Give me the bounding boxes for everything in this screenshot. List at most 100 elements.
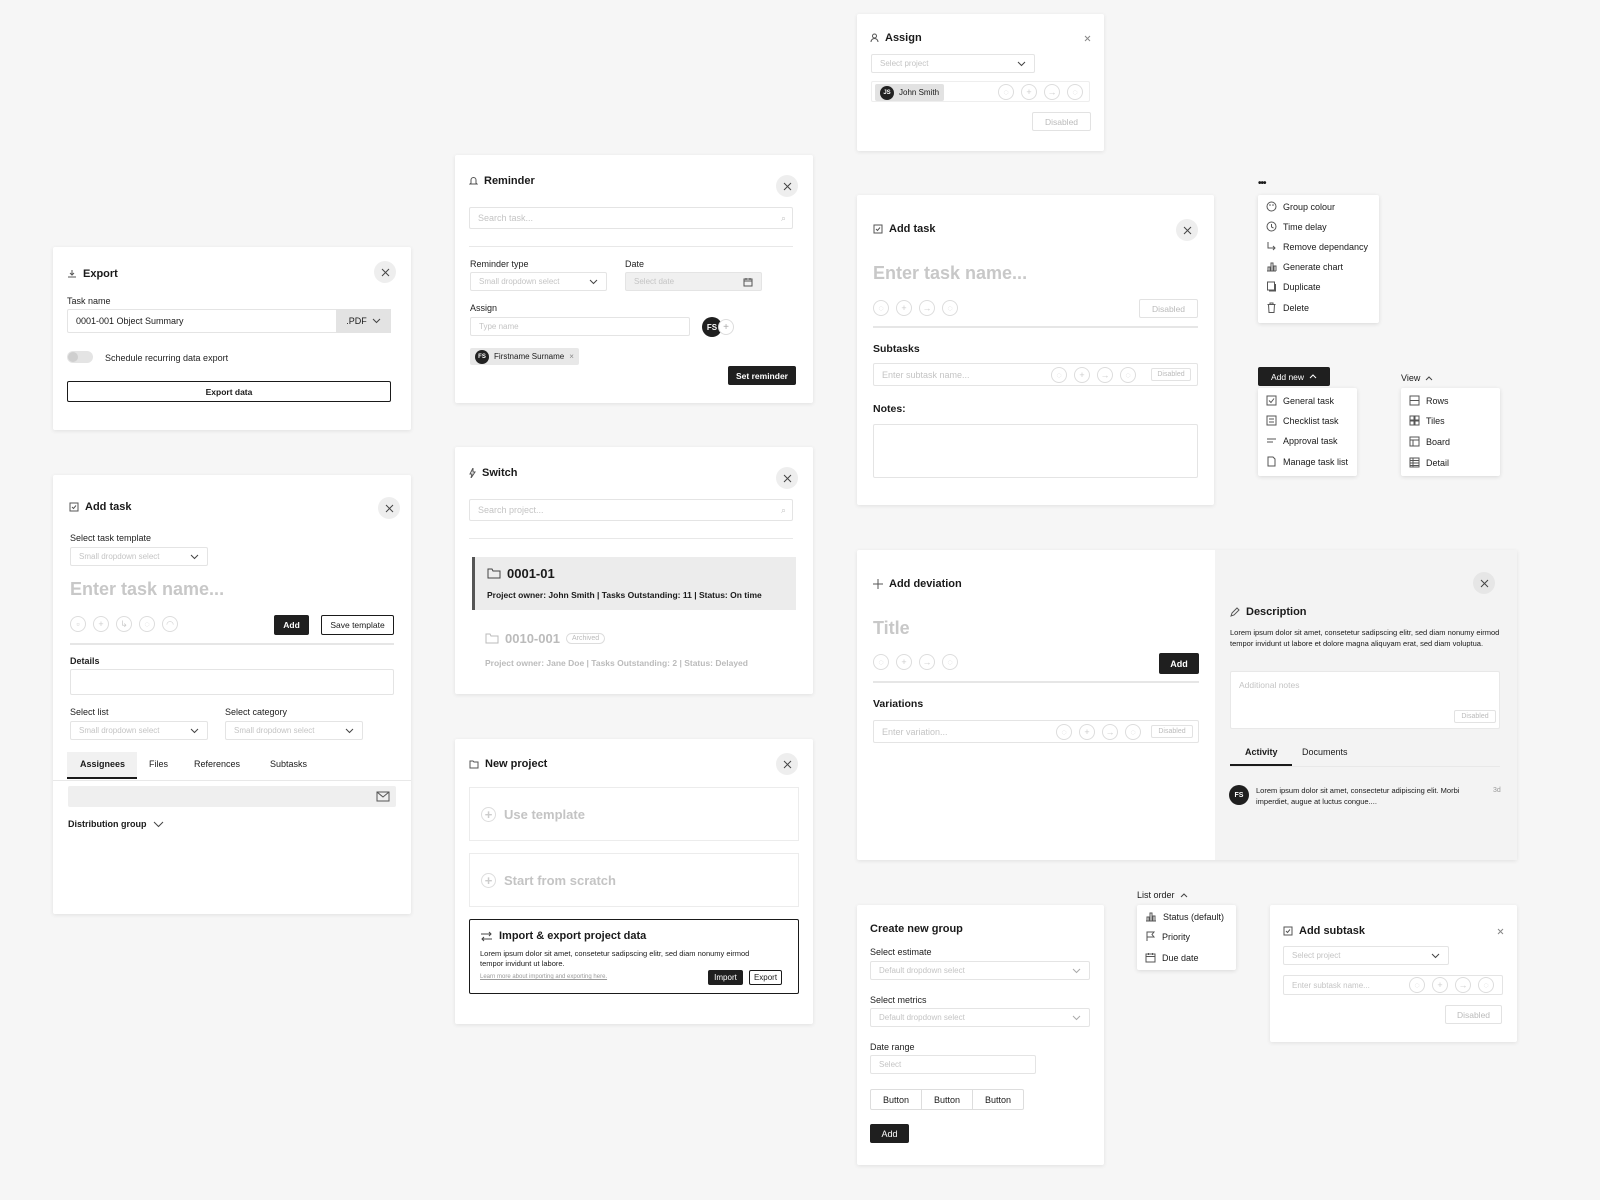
arrow-icon[interactable]: →	[919, 300, 935, 316]
close-button[interactable]	[1176, 219, 1198, 241]
set-reminder-button[interactable]: Set reminder	[728, 366, 796, 385]
date-range-input[interactable]: Select	[870, 1055, 1036, 1074]
arrow-icon[interactable]: →	[1044, 84, 1060, 100]
tab-activity[interactable]: Activity	[1230, 742, 1292, 766]
view-dropdown-label[interactable]: View	[1401, 373, 1433, 383]
menu-item-remove-dependancy[interactable]: Remove dependancy	[1266, 241, 1368, 252]
menu-item-checklist-task[interactable]: Checklist task	[1266, 415, 1339, 426]
project-item-selected[interactable]: 0001-01 Project owner: John Smith | Task…	[472, 557, 796, 610]
project-item-archived[interactable]: 0010-001 Archived	[485, 631, 606, 646]
use-template-option[interactable]: + Use template	[469, 787, 799, 841]
add-button[interactable]: Add	[274, 615, 309, 635]
clock-icon[interactable]: ◌	[998, 84, 1014, 100]
date-input[interactable]: Select date	[625, 272, 762, 291]
menu-item-delete[interactable]: Delete	[1266, 302, 1309, 313]
menu-item-generate-chart[interactable]: Generate chart	[1266, 261, 1343, 272]
add-button[interactable]: Add	[870, 1124, 909, 1143]
project-dropdown[interactable]: Select project	[871, 54, 1035, 73]
plus-icon[interactable]: +	[1079, 724, 1095, 740]
tag-icon[interactable]: ◌	[942, 300, 958, 316]
menu-item-manage-task-list[interactable]: Manage task list	[1266, 456, 1348, 467]
remove-chip-icon[interactable]: ×	[569, 352, 574, 361]
tag-icon[interactable]: ◌	[1067, 84, 1083, 100]
tab-documents[interactable]: Documents	[1302, 747, 1348, 757]
close-button[interactable]	[1473, 572, 1495, 594]
export-button[interactable]: Export	[749, 970, 782, 985]
calendar-icon[interactable]: ▫	[70, 616, 86, 632]
arrow-icon[interactable]: →	[1102, 724, 1118, 740]
segment-button-1[interactable]: Button	[871, 1090, 922, 1109]
menu-item-tiles[interactable]: Tiles	[1409, 415, 1445, 426]
learn-more-link[interactable]: Learn more about importing and exporting…	[480, 974, 607, 980]
disabled-button[interactable]: Disabled	[1139, 299, 1198, 318]
menu-item-duplicate[interactable]: Duplicate	[1266, 281, 1321, 292]
arrow-icon[interactable]: →	[1455, 977, 1471, 993]
disabled-button[interactable]: Disabled	[1032, 112, 1091, 131]
distribution-group-toggle[interactable]: Distribution group	[68, 819, 164, 829]
bell-icon[interactable]: ◠	[162, 616, 178, 632]
clock-icon[interactable]: ◌	[873, 654, 889, 670]
clock-icon[interactable]: ◌	[1409, 977, 1425, 993]
clock-icon[interactable]: ◌	[1056, 724, 1072, 740]
clock-icon[interactable]: ◌	[1051, 367, 1067, 383]
export-data-button[interactable]: Export data	[67, 381, 391, 402]
tab-assignees[interactable]: Assignees	[80, 759, 125, 769]
mail-icon[interactable]	[376, 791, 390, 802]
menu-item-group-colour[interactable]: Group colour	[1266, 201, 1335, 212]
schedule-toggle[interactable]	[67, 351, 93, 363]
reminder-type-dropdown[interactable]: Small dropdown select	[470, 272, 607, 291]
close-button[interactable]	[776, 467, 798, 489]
search-project-input[interactable]: Search project... ⌕	[469, 499, 793, 521]
plus-icon[interactable]: +	[896, 654, 912, 670]
close-button[interactable]	[776, 175, 798, 197]
tag-icon[interactable]: ◌	[139, 616, 155, 632]
close-button[interactable]	[374, 261, 396, 283]
menu-item-due-date[interactable]: Due date	[1145, 952, 1199, 963]
close-button[interactable]	[378, 497, 400, 519]
task-name-input[interactable]: Enter task name...	[873, 263, 1027, 284]
close-button[interactable]	[1492, 923, 1508, 939]
plus-icon[interactable]: +	[896, 300, 912, 316]
close-button[interactable]	[776, 753, 798, 775]
arrow-icon[interactable]: →	[1097, 367, 1113, 383]
metrics-dropdown[interactable]: Default dropdown select	[870, 1008, 1090, 1027]
tab-files[interactable]: Files	[149, 759, 168, 769]
tab-subtasks[interactable]: Subtasks	[270, 759, 307, 769]
close-button[interactable]	[1079, 30, 1095, 46]
details-input[interactable]	[70, 669, 394, 695]
variation-disabled-button[interactable]: Disabled	[1151, 725, 1193, 738]
menu-item-general-task[interactable]: General task	[1266, 395, 1334, 406]
save-template-button[interactable]: Save template	[321, 615, 394, 635]
title-input[interactable]: Title	[873, 618, 910, 639]
subtask-disabled-button[interactable]: Disabled	[1151, 368, 1191, 381]
notes-disabled-button[interactable]: Disabled	[1454, 710, 1496, 723]
menu-item-detail[interactable]: Detail	[1409, 457, 1449, 468]
menu-item-time-delay[interactable]: Time delay	[1266, 221, 1327, 232]
additional-notes-input[interactable]: Additional notes Disabled	[1230, 671, 1500, 729]
add-button[interactable]: Add	[1159, 653, 1199, 674]
task-name-input[interactable]: Enter task name...	[70, 579, 224, 600]
tag-icon[interactable]: ◌	[1478, 977, 1494, 993]
menu-item-approval-task[interactable]: Approval task	[1266, 435, 1338, 446]
estimate-dropdown[interactable]: Default dropdown select	[870, 961, 1090, 980]
assign-input[interactable]: Type name	[470, 317, 690, 336]
format-dropdown[interactable]: .PDF	[336, 309, 391, 333]
segment-button-3[interactable]: Button	[973, 1090, 1023, 1109]
template-dropdown[interactable]: Small dropdown select	[70, 547, 208, 566]
menu-item-status-default[interactable]: Status (default)	[1145, 911, 1224, 922]
disabled-button[interactable]: Disabled	[1445, 1005, 1502, 1024]
project-dropdown[interactable]: Select project	[1283, 946, 1449, 965]
tag-icon[interactable]: ◌	[942, 654, 958, 670]
menu-item-priority[interactable]: Priority	[1145, 931, 1190, 942]
plus-icon[interactable]: +	[1021, 84, 1037, 100]
import-button[interactable]: Import	[708, 970, 743, 985]
arrow-icon[interactable]: →	[919, 654, 935, 670]
more-options-icon[interactable]: •••	[1258, 178, 1266, 189]
menu-item-board[interactable]: Board	[1409, 436, 1450, 447]
tab-references[interactable]: References	[194, 759, 240, 769]
add-assignee-icon[interactable]: +	[718, 319, 734, 335]
menu-item-rows[interactable]: Rows	[1409, 395, 1449, 406]
category-dropdown[interactable]: Small dropdown select	[225, 721, 363, 740]
tag-icon[interactable]: ◌	[1120, 367, 1136, 383]
add-new-button[interactable]: Add new	[1258, 367, 1330, 386]
